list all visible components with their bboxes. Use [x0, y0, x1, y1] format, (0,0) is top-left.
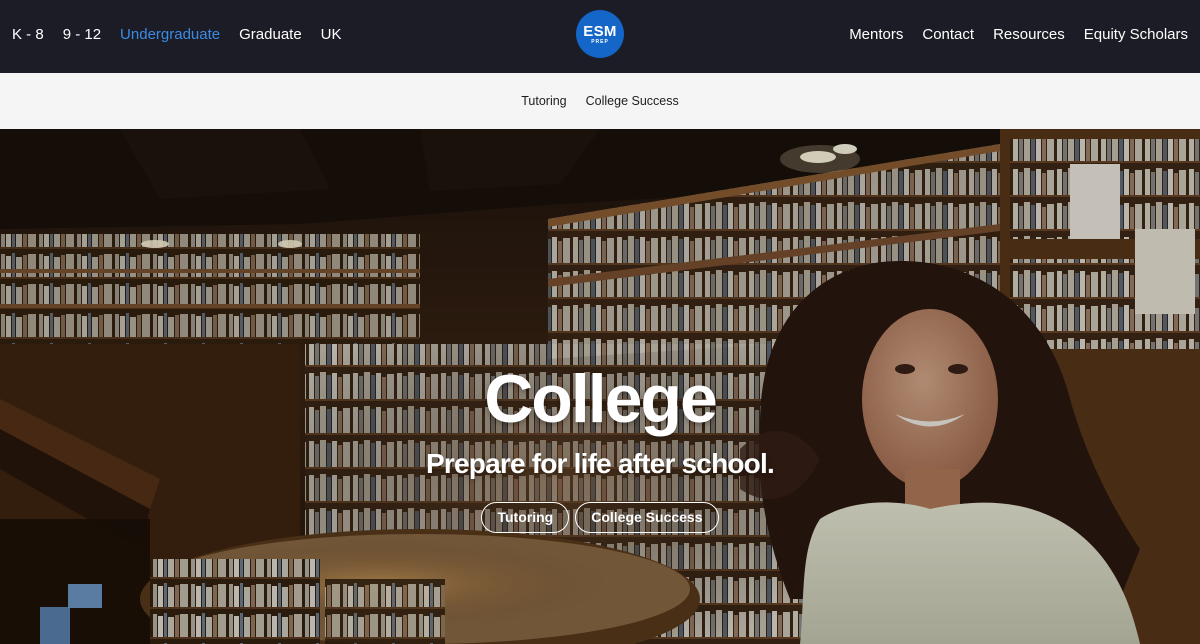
- hero-subtitle: Prepare for life after school.: [426, 448, 775, 479]
- nav-link-mentors[interactable]: Mentors: [849, 26, 903, 43]
- nav-link-resources[interactable]: Resources: [993, 26, 1065, 43]
- top-navigation-bar: K - 8 9 - 12 Undergraduate Graduate UK E…: [0, 0, 1200, 73]
- nav-link-contact[interactable]: Contact: [922, 26, 974, 43]
- hero-college-success-button[interactable]: College Success: [575, 502, 719, 533]
- sub-navigation-bar: Tutoring College Success: [0, 73, 1200, 129]
- level-nav: K - 8 9 - 12 Undergraduate Graduate UK: [12, 0, 342, 68]
- nav-link-k-8[interactable]: K - 8: [12, 26, 44, 43]
- hero-tutoring-button[interactable]: Tutoring: [481, 502, 570, 533]
- nav-link-graduate[interactable]: Graduate: [239, 26, 302, 43]
- logo-wordmark: ESM: [583, 23, 617, 40]
- subnav-link-tutoring[interactable]: Tutoring: [521, 94, 566, 108]
- hero-title: College: [484, 361, 718, 437]
- nav-link-equity-scholars[interactable]: Equity Scholars: [1084, 26, 1188, 43]
- nav-link-9-12[interactable]: 9 - 12: [63, 26, 101, 43]
- logo-subtext: PREP: [591, 39, 609, 45]
- nav-link-undergraduate[interactable]: Undergraduate: [120, 26, 220, 43]
- utility-nav: Mentors Contact Resources Equity Scholar…: [849, 0, 1188, 68]
- esm-prep-logo[interactable]: ESM PREP: [576, 10, 624, 58]
- subnav-link-college-success[interactable]: College Success: [586, 94, 679, 108]
- nav-link-uk[interactable]: UK: [321, 26, 342, 43]
- hero-section: College Prepare for life after school. T…: [0, 129, 1200, 644]
- hero-button-group: Tutoring College Success: [0, 502, 1200, 533]
